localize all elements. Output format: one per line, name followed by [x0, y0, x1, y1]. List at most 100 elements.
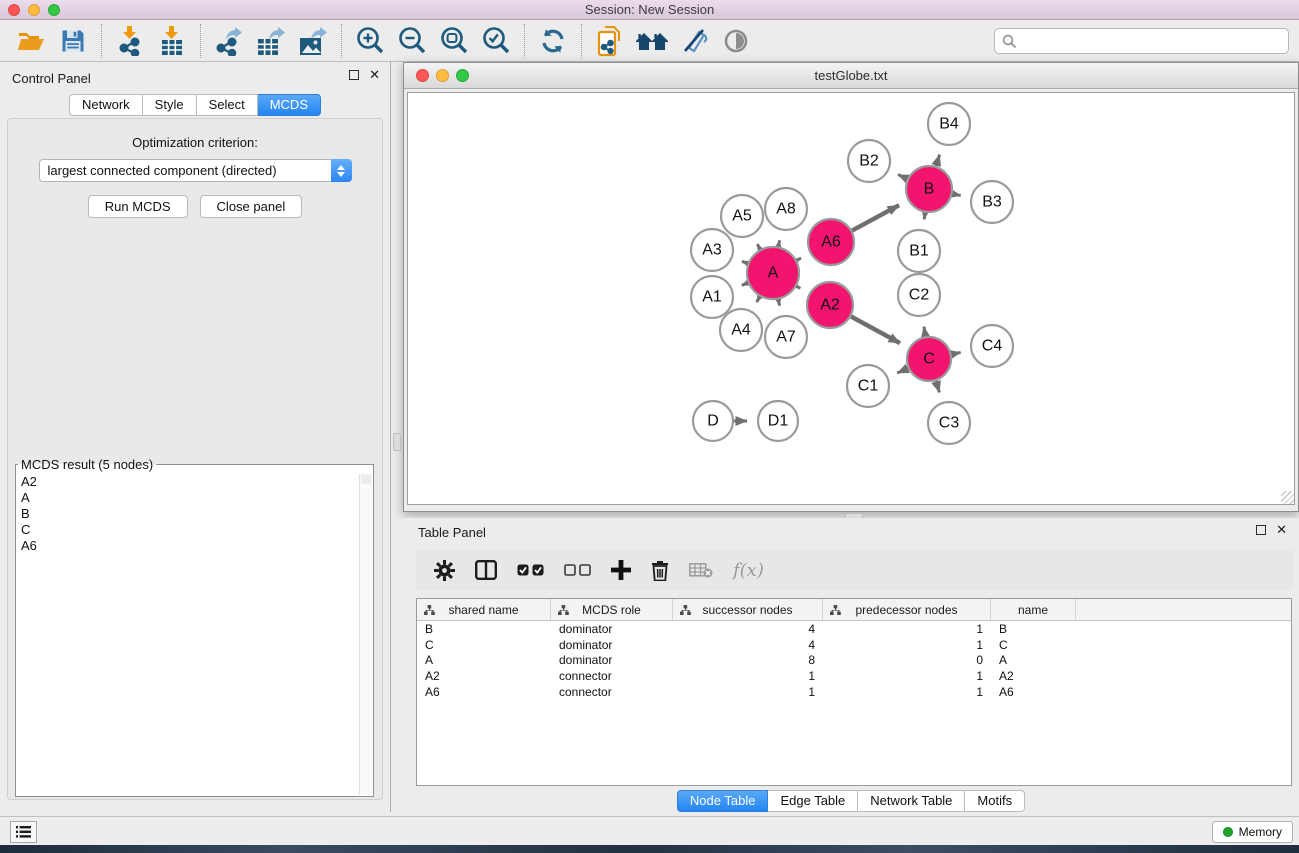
graph-edge-B-B2[interactable] — [898, 175, 907, 179]
mcds-result-item[interactable]: A2 — [17, 474, 358, 490]
graph-edge-A-A8[interactable] — [778, 240, 779, 246]
table-tabs: Node Table Edge Table Network Table Moti… — [403, 790, 1299, 812]
graph-edge-C-C4[interactable] — [952, 352, 961, 354]
open-session-icon[interactable] — [14, 24, 48, 58]
vertical-splitter-handle[interactable] — [393, 433, 401, 451]
mcds-result-item[interactable]: A6 — [17, 538, 358, 554]
graph-edge-A-A5[interactable] — [757, 244, 760, 249]
graph-edge-A-A6[interactable] — [797, 258, 801, 260]
tab-mcds[interactable]: MCDS — [258, 94, 321, 116]
zoom-in-icon[interactable] — [353, 24, 387, 58]
search-input[interactable] — [1017, 34, 1267, 49]
graph-node-label: A7 — [776, 329, 796, 346]
close-panel-button[interactable]: Close panel — [200, 195, 303, 218]
table-row[interactable]: A6connector11A6 — [417, 684, 1291, 700]
home-icon[interactable] — [635, 24, 669, 58]
task-history-button[interactable] — [10, 821, 37, 843]
table-row[interactable]: Bdominator41B — [417, 621, 1291, 637]
show-details-icon[interactable] — [719, 24, 753, 58]
graph-edge-A2-C[interactable] — [851, 316, 900, 343]
import-table-icon[interactable] — [155, 24, 189, 58]
settings-gear-icon[interactable] — [434, 560, 455, 581]
graph-edge-B-B1[interactable] — [924, 213, 925, 220]
mcds-result-item[interactable]: C — [17, 522, 358, 538]
graph-edge-A-A4[interactable] — [757, 297, 760, 303]
tab-network[interactable]: Network — [69, 94, 143, 116]
deselect-all-checkboxes-icon[interactable] — [564, 564, 591, 576]
search-field[interactable] — [994, 28, 1289, 54]
graph-edge-A6-B[interactable] — [852, 205, 899, 230]
add-column-icon[interactable] — [611, 560, 631, 580]
column-header-predecessor-nodes[interactable]: predecessor nodes — [823, 599, 991, 620]
graph-edge-C-C2[interactable] — [924, 327, 926, 337]
float-table-panel-icon[interactable] — [1256, 525, 1266, 535]
graph-edge-C-C1[interactable] — [897, 368, 908, 373]
tab-style[interactable]: Style — [143, 94, 197, 116]
mcds-result-item[interactable]: B — [17, 506, 358, 522]
run-mcds-button[interactable]: Run MCDS — [88, 195, 188, 218]
hide-labels-icon[interactable] — [677, 24, 711, 58]
table-cell: dominator — [551, 653, 673, 667]
close-window-button[interactable] — [8, 4, 20, 16]
criterion-dropdown[interactable]: largest connected component (directed) — [39, 159, 352, 182]
tab-network-table[interactable]: Network Table — [858, 790, 965, 812]
control-panel-header: Control Panel ✕ — [0, 62, 390, 94]
graph-edge-A-A7[interactable] — [778, 299, 779, 305]
table-cell: A — [991, 653, 1076, 667]
tab-node-table[interactable]: Node Table — [677, 790, 769, 812]
graph-edge-A-A1[interactable] — [742, 283, 748, 285]
graph-node-label: C3 — [939, 415, 960, 432]
mcds-result-item[interactable]: A — [17, 490, 358, 506]
column-header-shared-name[interactable]: shared name — [417, 599, 551, 620]
tab-motifs[interactable]: Motifs — [965, 790, 1025, 812]
node-table[interactable]: shared nameMCDS rolesuccessor nodesprede… — [416, 598, 1292, 786]
zoom-fit-icon[interactable] — [437, 24, 471, 58]
zoom-selected-icon[interactable] — [479, 24, 513, 58]
import-network-icon[interactable] — [113, 24, 147, 58]
refresh-layout-icon[interactable] — [536, 24, 570, 58]
delete-table-icon[interactable] — [689, 563, 713, 578]
column-header-successor-nodes[interactable]: successor nodes — [673, 599, 823, 620]
graph-edge-A-A3[interactable] — [742, 261, 748, 263]
dropdown-stepper-icon — [331, 159, 352, 182]
home-glyph — [635, 29, 669, 53]
delete-column-icon[interactable] — [651, 560, 669, 581]
float-panel-icon[interactable] — [349, 70, 359, 80]
table-cell: C — [991, 638, 1076, 652]
column-header-MCDS-role[interactable]: MCDS role — [551, 599, 673, 620]
graph-edge-B-B3[interactable] — [953, 194, 961, 196]
graph-edge-C-C3[interactable] — [936, 381, 940, 393]
zoom-out-icon[interactable] — [395, 24, 429, 58]
table-row[interactable]: Cdominator41C — [417, 637, 1291, 653]
function-builder-icon[interactable]: f(x) — [733, 560, 764, 581]
memory-button[interactable]: Memory — [1212, 821, 1293, 843]
export-table-icon[interactable] — [254, 24, 288, 58]
resize-grip-icon[interactable] — [1281, 491, 1294, 504]
table-row[interactable]: A2connector11A2 — [417, 668, 1291, 684]
select-all-checkboxes-icon[interactable] — [517, 564, 544, 576]
minimize-window-button[interactable] — [28, 4, 40, 16]
clone-network-icon[interactable] — [593, 24, 627, 58]
save-session-icon[interactable] — [56, 24, 90, 58]
floppy-icon — [61, 29, 85, 53]
network-canvas[interactable]: B4B2BB3A8A5A6A3B1AA1C2A2A4A7C4CC1C3DD1 — [407, 92, 1295, 505]
close-panel-icon[interactable]: ✕ — [369, 70, 380, 80]
tab-select[interactable]: Select — [197, 94, 258, 116]
tab-edge-table[interactable]: Edge Table — [768, 790, 858, 812]
export-network-icon[interactable] — [212, 24, 246, 58]
close-table-panel-icon[interactable]: ✕ — [1276, 525, 1287, 535]
mcds-result-scrollbar[interactable] — [359, 474, 372, 795]
column-header-name[interactable]: name — [991, 599, 1076, 620]
table-cell: A2 — [991, 669, 1076, 683]
app-titlebar: Session: New Session — [0, 0, 1299, 20]
graph-edge-B-B4[interactable] — [936, 155, 940, 166]
graph-edge-A-A2[interactable] — [797, 286, 801, 288]
table-cell: 1 — [673, 669, 823, 683]
zoom-window-button[interactable] — [48, 4, 60, 16]
split-columns-icon[interactable] — [475, 560, 497, 580]
toolbar-separator — [200, 24, 201, 58]
eye-glyph — [721, 29, 751, 53]
table-row[interactable]: Adominator80A — [417, 652, 1291, 668]
table-panel-title: Table Panel — [418, 525, 486, 540]
export-image-icon[interactable] — [296, 24, 330, 58]
